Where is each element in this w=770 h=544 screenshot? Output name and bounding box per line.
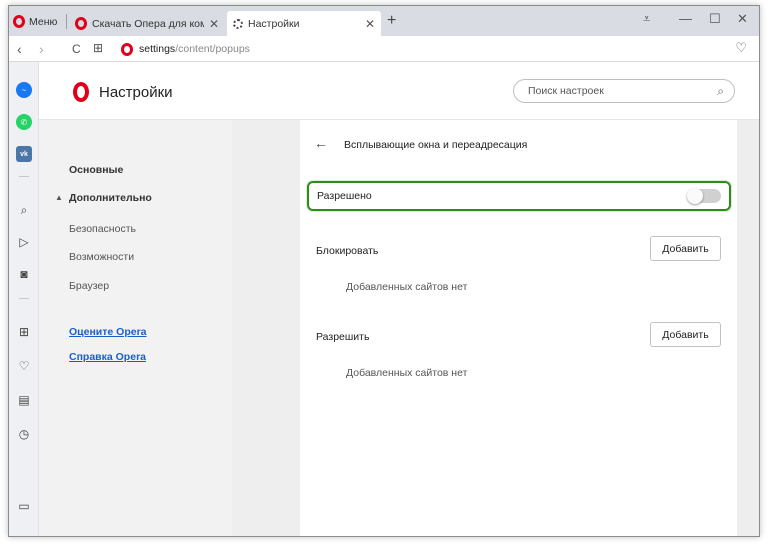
opera-sidebar: ~ ✆ vk ⌕ ▷ ◙ ⊞ ♡ ▤ ◷ ▭	[9, 62, 39, 536]
tab-menu-icon[interactable]: ⩡	[643, 11, 650, 27]
tab-title: Скачать Опера для компь	[92, 17, 204, 30]
search-icon[interactable]: ⌕	[16, 202, 32, 218]
allow-section-label: Разрешить	[316, 331, 370, 343]
camera-icon[interactable]: ◙	[16, 266, 32, 282]
news-icon[interactable]: ▤	[16, 392, 32, 408]
forward-button[interactable]: ›	[39, 41, 44, 57]
toggle-knob	[687, 188, 703, 204]
browser-window: Меню Скачать Опера для компь ✕ Настройки…	[8, 5, 760, 537]
block-empty-note: Добавленных сайтов нет	[346, 281, 468, 293]
tab-separator	[66, 14, 67, 29]
rate-opera-link[interactable]: Оцените Opera	[69, 326, 147, 338]
settings-header: Настройки Поиск настроек ⌕	[39, 62, 759, 120]
side-panel-icon[interactable]: ▭	[16, 498, 32, 514]
search-placeholder: Поиск настроек	[528, 85, 604, 97]
maximize-button[interactable]: ☐	[709, 11, 721, 27]
allowed-toggle-row[interactable]: Разрешено	[307, 181, 731, 211]
url-field[interactable]: settings/content/popups	[121, 40, 741, 58]
allowed-toggle[interactable]	[687, 188, 721, 204]
messenger-icon[interactable]: ~	[16, 82, 32, 98]
search-icon: ⌕	[717, 83, 724, 98]
nav-security[interactable]: Безопасность	[69, 223, 136, 235]
url-host: settings	[139, 43, 176, 55]
opera-logo-icon	[73, 82, 89, 102]
chevron-up-icon[interactable]: ▲	[55, 193, 63, 202]
tab-bar: Меню Скачать Опера для компь ✕ Настройки…	[9, 6, 759, 36]
opera-url-icon	[121, 42, 133, 56]
vk-icon[interactable]: vk	[16, 146, 32, 162]
bookmark-heart-icon[interactable]: ♡	[735, 40, 747, 56]
tab-close-icon[interactable]: ✕	[209, 17, 219, 31]
speed-dial-icon[interactable]: ⊞	[93, 41, 103, 55]
tab-close-icon[interactable]: ✕	[365, 17, 375, 31]
nav-advanced[interactable]: Дополнительно	[69, 192, 152, 204]
opera-logo-icon	[13, 15, 25, 28]
back-arrow-icon[interactable]: ←	[314, 135, 328, 151]
send-icon[interactable]: ▷	[16, 234, 32, 250]
reload-button[interactable]: C	[72, 42, 81, 56]
sidebar-divider	[19, 176, 29, 177]
heart-icon[interactable]: ♡	[16, 358, 32, 374]
tab-settings[interactable]: Настройки ✕	[227, 11, 381, 36]
url-path: /content/popups	[175, 43, 250, 55]
block-section-label: Блокировать	[316, 245, 379, 257]
opera-favicon-icon	[75, 17, 87, 30]
settings-search-input[interactable]: Поиск настроек ⌕	[513, 79, 735, 103]
page-title: Настройки	[99, 84, 173, 101]
allow-add-button[interactable]: Добавить	[650, 322, 721, 347]
history-clock-icon[interactable]: ◷	[16, 426, 32, 442]
nav-basic[interactable]: Основные	[69, 164, 123, 176]
opera-menu-button[interactable]: Меню	[13, 13, 57, 30]
back-button[interactable]: ‹	[17, 41, 22, 57]
popups-settings-panel: ← Всплывающие окна и переадресация Разре…	[300, 120, 737, 536]
tab-download-opera[interactable]: Скачать Опера для компь ✕	[69, 11, 225, 36]
panel-title: Всплывающие окна и переадресация	[344, 139, 528, 151]
apps-grid-icon[interactable]: ⊞	[16, 324, 32, 340]
menu-label: Меню	[29, 15, 58, 28]
settings-nav: Основные ▲ Дополнительно Безопасность Во…	[39, 120, 232, 536]
sidebar-divider	[19, 298, 29, 299]
allow-empty-note: Добавленных сайтов нет	[346, 367, 468, 379]
help-opera-link[interactable]: Справка Opera	[69, 351, 146, 363]
address-bar: ‹ › C ⊞ settings/content/popups ♡	[9, 36, 759, 62]
allowed-label: Разрешено	[317, 190, 372, 202]
whatsapp-icon[interactable]: ✆	[16, 114, 32, 130]
minimize-button[interactable]: —	[679, 11, 692, 26]
nav-browser[interactable]: Браузер	[69, 280, 109, 292]
close-window-button[interactable]: ✕	[737, 11, 748, 27]
new-tab-button[interactable]: +	[387, 12, 396, 30]
tab-title: Настройки	[248, 17, 300, 30]
block-add-button[interactable]: Добавить	[650, 236, 721, 261]
nav-features[interactable]: Возможности	[69, 251, 134, 263]
gear-icon	[233, 18, 243, 29]
